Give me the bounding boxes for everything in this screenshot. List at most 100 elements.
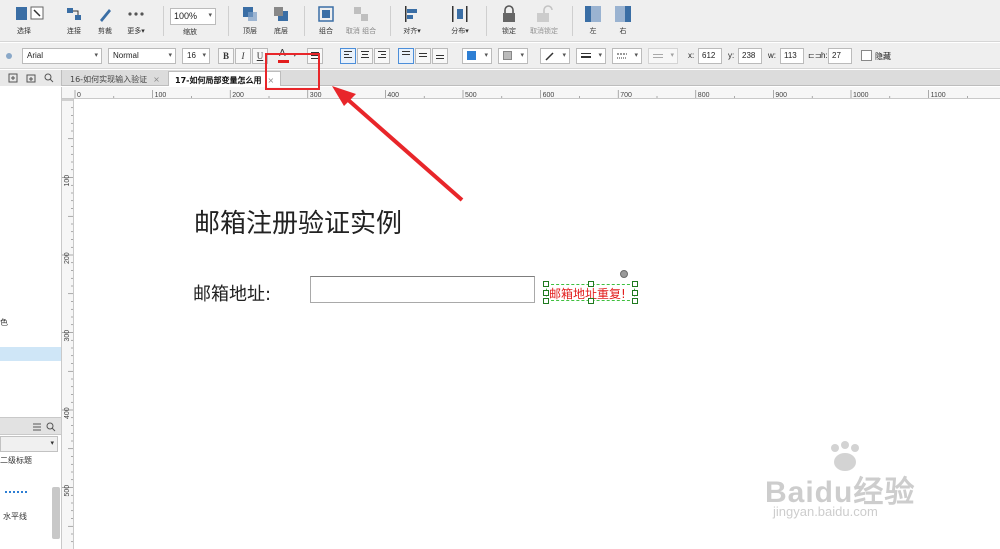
ruler-tick-label: 300 xyxy=(310,92,322,99)
watermark: Baidu经验 jingyan.baidu.com xyxy=(765,440,995,530)
group-icon xyxy=(317,5,335,23)
ruler-tick-label: 400 xyxy=(387,92,399,99)
page-title[interactable]: 邮箱注册验证实例 xyxy=(194,203,402,240)
send-back-icon xyxy=(272,5,290,23)
resize-handle[interactable] xyxy=(543,298,549,304)
connect-button[interactable]: 连接 xyxy=(62,3,86,39)
chevron-down-icon: ▾ xyxy=(520,52,524,59)
email-label[interactable]: 邮箱地址: xyxy=(193,280,271,306)
w-input[interactable]: 113 xyxy=(780,48,804,64)
resize-handle[interactable] xyxy=(632,281,638,287)
scrollbar[interactable] xyxy=(52,487,60,539)
h-input[interactable]: 27 xyxy=(828,48,852,64)
align-text-left-button[interactable] xyxy=(340,48,356,64)
chevron-down-icon: ▾ xyxy=(670,52,674,59)
ruler-tick-label: 100 xyxy=(155,92,167,99)
menu-icon[interactable] xyxy=(32,422,42,432)
hidden-checkbox[interactable] xyxy=(861,50,872,61)
tab-label: 16-如何实现输入验证 xyxy=(70,75,148,84)
fill-color-swatch xyxy=(467,51,476,60)
unlock-button[interactable]: 取消锁定 xyxy=(527,3,561,39)
ungroup-button[interactable]: 取消 组合 xyxy=(344,3,378,39)
align-button[interactable]: 对齐▾ xyxy=(398,3,426,39)
ruler-tick-label: 500 xyxy=(465,92,477,99)
tab-label: 17-如何局部变量怎么用 xyxy=(175,76,262,85)
arrow-style-icon xyxy=(653,54,663,58)
y-label: y: xyxy=(728,51,735,60)
zoom-value: 100% xyxy=(174,11,198,21)
widget-item-label[interactable]: 二级标题 xyxy=(0,455,32,466)
font-family-select[interactable]: Arial ▾ xyxy=(22,48,102,64)
add-folder-icon[interactable] xyxy=(26,73,36,83)
email-field[interactable] xyxy=(310,276,535,303)
w-label: w: xyxy=(768,51,776,60)
toolbar-divider xyxy=(304,6,305,36)
font-family-value: Arial xyxy=(27,51,44,60)
rotate-handle[interactable] xyxy=(620,270,628,278)
bring-to-top-button[interactable]: 顶层 xyxy=(238,3,262,39)
resize-handle[interactable] xyxy=(588,298,594,304)
search-icon[interactable] xyxy=(46,422,56,432)
send-to-bottom-button[interactable]: 底层 xyxy=(269,3,293,39)
valign-middle-button[interactable] xyxy=(415,48,431,64)
widget-item-label[interactable]: 水平线 xyxy=(3,511,27,522)
resize-handle[interactable] xyxy=(543,290,549,296)
tab-page-16[interactable]: 16-如何实现输入验证 × xyxy=(64,71,166,86)
line-weight-select[interactable]: ▾ xyxy=(576,48,606,64)
line-color-select[interactable]: ▾ xyxy=(540,48,570,64)
chevron-down-icon: ▾ xyxy=(208,12,212,19)
group-button[interactable]: 组合 xyxy=(314,3,338,39)
font-style-value: Normal xyxy=(113,51,139,60)
connect-icon xyxy=(65,5,83,23)
ruler-tick-label: 400 xyxy=(64,407,71,419)
select-button[interactable]: 选择 xyxy=(4,3,44,39)
right-panel-toggle[interactable]: 右 xyxy=(612,3,634,39)
pen-icon xyxy=(545,52,554,61)
align-text-center-button[interactable] xyxy=(357,48,373,64)
cut-label: 剪裁 xyxy=(98,27,112,35)
lock-button[interactable]: 锁定 xyxy=(497,3,521,39)
resize-handle[interactable] xyxy=(543,281,549,287)
format-toolbar: Arial ▾ Normal ▾ 16 ▾ B I U A ▾ ▾ ▾ ▾ ▾ … xyxy=(0,43,1000,69)
pages-panel-header xyxy=(0,70,62,86)
horizontal-line-icon[interactable] xyxy=(5,491,27,493)
fill-color-select[interactable]: ▾ xyxy=(462,48,492,64)
align-text-center-icon xyxy=(361,51,369,58)
line-style-select[interactable]: ▾ xyxy=(612,48,642,64)
valign-middle-icon xyxy=(419,53,427,57)
y-input[interactable]: 238 xyxy=(738,48,762,64)
ruler-vertical: 100 200 300 400 500 xyxy=(62,99,74,549)
pen-icon xyxy=(96,5,114,23)
arrow-style-select[interactable]: ▾ xyxy=(648,48,678,64)
font-style-select[interactable]: Normal ▾ xyxy=(108,48,176,64)
resize-handle[interactable] xyxy=(632,298,638,304)
align-text-right-icon xyxy=(378,51,386,58)
italic-button[interactable]: I xyxy=(235,48,251,64)
zoom-select[interactable]: 100% ▾ xyxy=(170,8,216,25)
resize-handle[interactable] xyxy=(588,281,594,287)
valign-top-button[interactable] xyxy=(398,48,414,64)
chevron-down-icon: ▾ xyxy=(634,52,638,59)
valign-bottom-button[interactable] xyxy=(432,48,448,64)
add-page-icon[interactable] xyxy=(8,73,18,83)
shadow-select[interactable]: ▾ xyxy=(498,48,528,64)
left-label: 左 xyxy=(589,27,597,35)
left-panel-toggle[interactable]: 左 xyxy=(582,3,604,39)
font-size-select[interactable]: 16 ▾ xyxy=(182,48,210,64)
distribute-label: 分布▾ xyxy=(451,27,469,35)
x-label: x: xyxy=(688,51,695,60)
x-input[interactable]: 612 xyxy=(698,48,722,64)
cut-button[interactable]: 剪裁 xyxy=(93,3,117,39)
bold-button[interactable]: B xyxy=(218,48,234,64)
resize-handle[interactable] xyxy=(632,290,638,296)
align-text-right-button[interactable] xyxy=(374,48,390,64)
style-icon[interactable] xyxy=(0,48,16,64)
close-icon[interactable]: × xyxy=(153,75,160,84)
selected-page-row[interactable] xyxy=(0,347,61,361)
distribute-button[interactable]: 分布▾ xyxy=(446,3,474,39)
line-weight-icon xyxy=(581,53,591,58)
lock-ratio-icon[interactable]: ⊏⊐ xyxy=(808,51,821,60)
search-icon[interactable] xyxy=(44,73,54,83)
widget-library-select[interactable]: ▾ xyxy=(0,436,58,452)
more-button[interactable]: 更多▾ xyxy=(122,3,150,39)
